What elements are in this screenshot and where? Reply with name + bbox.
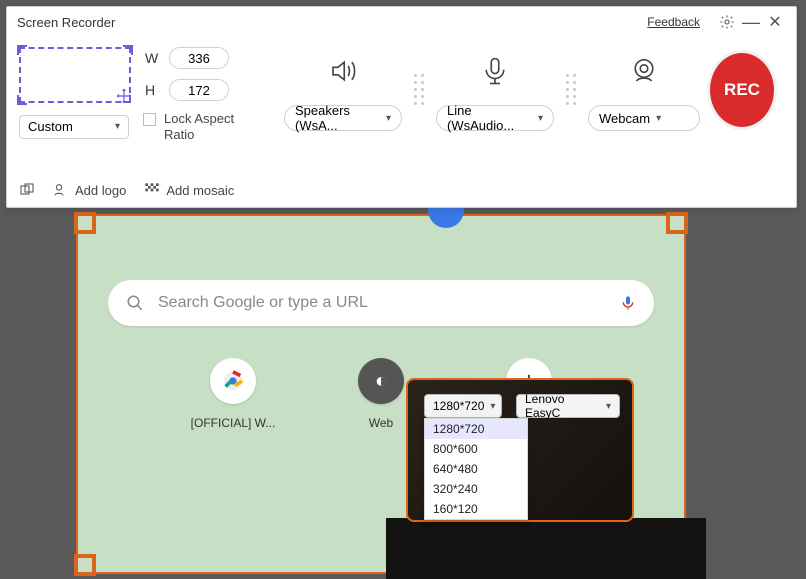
region-corner-handle[interactable]: [74, 554, 96, 576]
resolution-option[interactable]: 1280*720: [425, 419, 527, 439]
width-label: W: [145, 50, 159, 66]
resolution-option[interactable]: 640*480: [425, 459, 527, 479]
region-corner-handle[interactable]: [666, 212, 688, 234]
webcam-resolution-select[interactable]: 1280*720 ▾: [424, 394, 502, 418]
screen-recorder-panel: Screen Recorder Feedback — ✕ W: [6, 6, 797, 208]
webcam-preview-panel[interactable]: 1280*720 ▾ Lenovo EasyC ▾ 1280*720 800*6…: [406, 378, 634, 522]
chevron-down-icon: ▾: [656, 113, 661, 124]
audio-level-indicator: [414, 74, 424, 105]
height-input[interactable]: [169, 79, 229, 101]
shortcut-tile[interactable]: [OFFICIAL] W...: [190, 358, 276, 430]
region-corner-handle[interactable]: [74, 212, 96, 234]
search-icon: [126, 294, 144, 312]
add-mosaic-label: Add mosaic: [166, 183, 234, 198]
record-button[interactable]: REC: [710, 53, 774, 127]
webcam-feed-dark: [386, 518, 706, 579]
microphone-select[interactable]: Line (WsAudio... ▾: [436, 105, 554, 131]
microphone-icon: [480, 51, 510, 91]
feedback-link[interactable]: Feedback: [647, 15, 700, 29]
region-preset-value: Custom: [28, 119, 73, 134]
webcam-select[interactable]: Webcam ▾: [588, 105, 700, 131]
resolution-option[interactable]: 320*240: [425, 479, 527, 499]
google-logo-partial: [428, 206, 464, 228]
close-icon[interactable]: ✕: [764, 11, 786, 33]
chevron-down-icon: ▾: [538, 113, 543, 124]
add-mosaic-button[interactable]: Add mosaic: [144, 182, 234, 198]
region-preset-select[interactable]: Custom ▾: [19, 115, 129, 139]
resolution-option[interactable]: 800*600: [425, 439, 527, 459]
add-logo-label: Add logo: [75, 183, 126, 198]
chevron-down-icon: ▾: [115, 121, 120, 132]
mic-level-indicator: [566, 74, 576, 105]
browser-search-bar[interactable]: Search Google or type a URL: [108, 280, 654, 326]
audio-output-select[interactable]: Speakers (WsA... ▾: [284, 105, 402, 131]
chevron-down-icon: ▾: [606, 401, 611, 412]
webcam-camera-value: Lenovo EasyC: [525, 392, 600, 420]
chevron-down-icon: ▾: [386, 113, 391, 124]
add-logo-button[interactable]: Add logo: [53, 182, 126, 198]
microphone-block: Line (WsAudio... ▾: [436, 47, 554, 131]
title-bar: Screen Recorder Feedback — ✕: [7, 7, 796, 37]
width-input[interactable]: [169, 47, 229, 69]
screenshot-tool-icon[interactable]: [19, 182, 35, 198]
chevron-down-icon: ▾: [490, 401, 495, 412]
resolution-option[interactable]: 160*120: [425, 499, 527, 519]
webcam-resolution-value: 1280*720: [433, 399, 484, 413]
shortcut-icon: [210, 358, 256, 404]
settings-icon[interactable]: [716, 11, 738, 33]
checkbox-icon: [143, 113, 156, 126]
audio-output-value: Speakers (WsA...: [295, 103, 380, 133]
minimize-icon[interactable]: —: [740, 11, 762, 33]
height-label: H: [145, 82, 159, 98]
shortcut-label: [OFFICIAL] W...: [190, 416, 276, 430]
shortcut-icon: ◐: [358, 358, 404, 404]
search-placeholder: Search Google or type a URL: [158, 294, 620, 312]
webcam-value: Webcam: [599, 111, 650, 126]
webcam-camera-select[interactable]: Lenovo EasyC ▾: [516, 394, 620, 418]
move-handle-icon[interactable]: [115, 87, 133, 105]
webcam-icon: [627, 51, 661, 91]
lock-aspect-label: Lock Aspect Ratio: [164, 111, 244, 142]
mic-icon[interactable]: [620, 293, 636, 313]
app-title: Screen Recorder: [17, 15, 115, 30]
system-audio-block: Speakers (WsA... ▾: [284, 47, 402, 131]
speaker-icon: [325, 51, 361, 91]
bottom-toolbar: Add logo Add mosaic: [7, 173, 246, 207]
capture-region-preview[interactable]: [19, 47, 131, 103]
microphone-value: Line (WsAudio...: [447, 103, 532, 133]
record-label: REC: [724, 80, 760, 100]
webcam-block: Webcam ▾: [588, 47, 700, 131]
webcam-resolution-menu: 1280*720 800*600 640*480 320*240 160*120: [424, 418, 528, 520]
lock-aspect-checkbox[interactable]: Lock Aspect Ratio: [143, 111, 244, 142]
